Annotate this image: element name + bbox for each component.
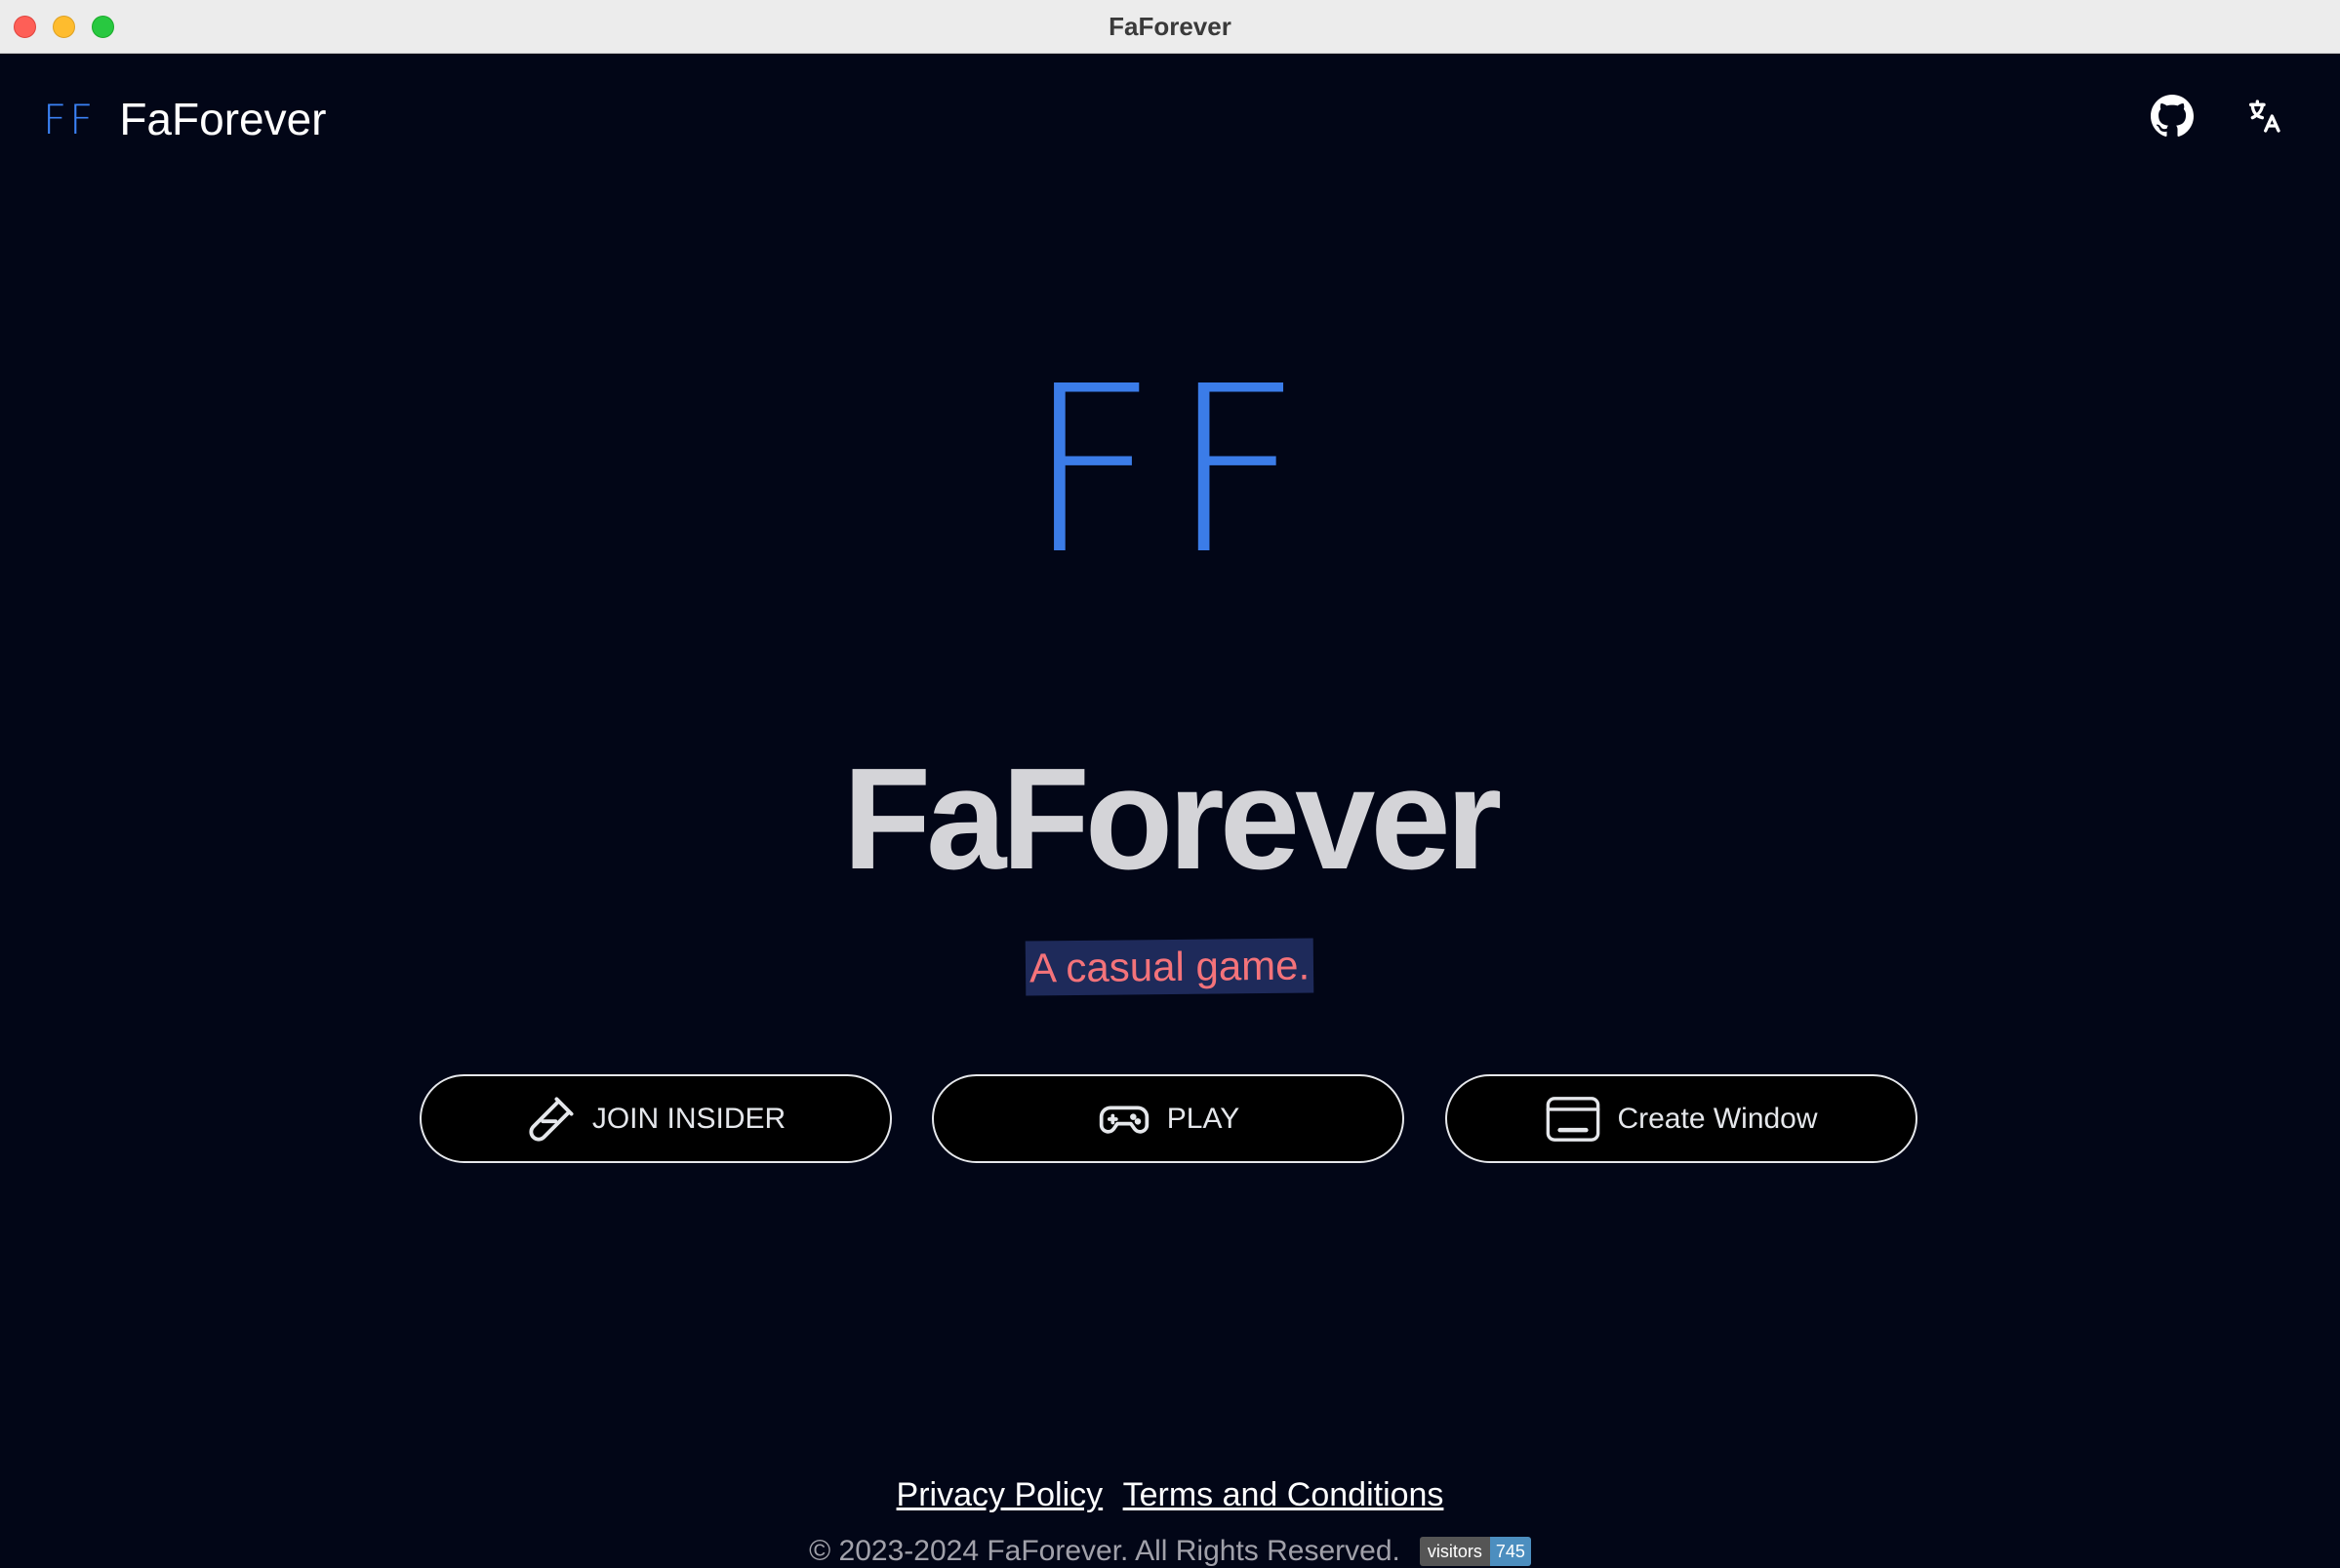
play-button[interactable]: PLAY <box>932 1074 1404 1163</box>
privacy-policy-link[interactable]: Privacy Policy <box>897 1476 1104 1513</box>
hero-logo: FF <box>1026 337 1314 605</box>
copyright-text: © 2023-2024 FaForever. All Rights Reserv… <box>809 1535 1400 1567</box>
nav-brand-title: FaForever <box>119 94 327 144</box>
join-insider-button[interactable]: JOIN INSIDER <box>420 1074 892 1163</box>
translate-icon[interactable] <box>2240 93 2287 140</box>
copyright-row: © 2023-2024 FaForever. All Rights Reserv… <box>0 1535 2340 1568</box>
tagline: A casual game. <box>1026 938 1314 996</box>
window-icon <box>1547 1096 1600 1142</box>
test-tube-icon <box>529 1096 574 1142</box>
footer-links: Privacy Policy Terms and Conditions <box>0 1476 2340 1514</box>
github-icon[interactable] <box>2149 93 2196 140</box>
join-insider-label: JOIN INSIDER <box>591 1102 787 1135</box>
app-content: FF FaForever FF FaForever A casual game.… <box>0 54 2340 1567</box>
window-titlebar: FaForever <box>0 0 2340 54</box>
terms-link[interactable]: Terms and Conditions <box>1123 1476 1444 1513</box>
play-label: PLAY <box>1166 1102 1240 1135</box>
visitors-label: visitors <box>1419 1537 1490 1566</box>
visitors-badge: visitors 745 <box>1419 1537 1531 1566</box>
hero-title: FaForever <box>842 739 1503 900</box>
create-window-button[interactable]: Create Window <box>1445 1074 1917 1163</box>
visitors-count: 745 <box>1489 1537 1531 1566</box>
nav-logo: FF <box>43 95 97 143</box>
nav-brand-link[interactable]: FF FaForever <box>43 90 327 148</box>
window-title: FaForever <box>1109 12 1231 41</box>
create-window-label: Create Window <box>1617 1102 1818 1135</box>
gamepad-icon <box>1099 1105 1149 1134</box>
